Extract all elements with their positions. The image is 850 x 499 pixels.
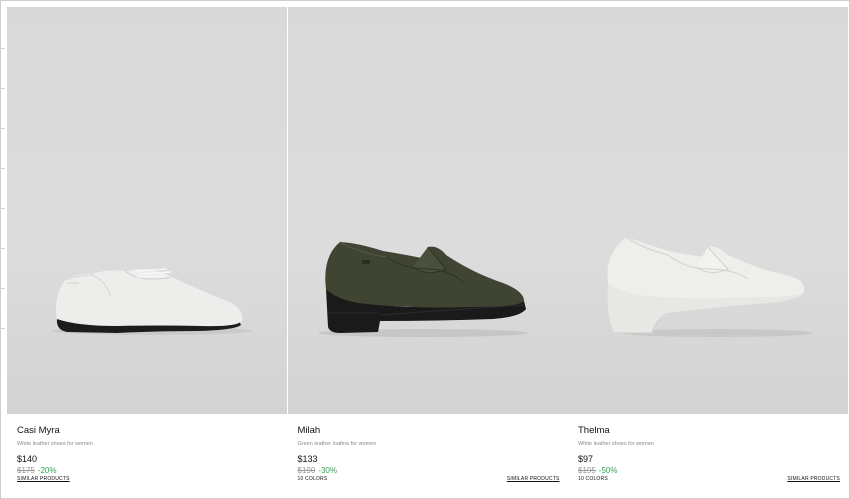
product-card[interactable]: Casi Myra White leather shoes for women … [7,7,287,497]
product-name[interactable]: Milah [298,425,560,437]
card-footer: 10 COLORS SIMILAR PRODUCTS [578,476,840,483]
price-row: $175 -20% [17,466,279,476]
product-grid: Casi Myra White leather shoes for women … [7,7,848,497]
color-count: 10 COLORS [578,476,608,482]
similar-products-link[interactable]: SIMILAR PRODUCTS [787,476,840,483]
similar-products-link[interactable]: SIMILAR PRODUCTS [17,476,70,483]
similar-products-link[interactable]: SIMILAR PRODUCTS [507,476,560,483]
product-image[interactable] [568,7,848,414]
product-card[interactable]: Milah Green leather loafers for women $1… [287,7,568,497]
product-description: White leather shoes for women [17,441,93,447]
product-image[interactable] [7,7,287,414]
card-footer: SIMILAR PRODUCTS [17,476,279,483]
product-name[interactable]: Casi Myra [17,425,279,437]
scroll-marks [0,0,7,499]
price-row: $190 -30% [298,466,560,476]
green-platform-loafer-icon [317,241,528,337]
product-info: Milah Green leather loafers for women $1… [298,425,560,483]
original-price: $195 [578,466,596,475]
product-card[interactable]: Thelma White leather shoes for women $97… [568,7,848,497]
product-info: Thelma White leather shoes for women $97… [578,425,840,483]
product-price: $133 [297,454,318,464]
white-oxford-shoe-icon [52,268,252,335]
product-description: White leather shoes for women [578,441,654,447]
product-price: $97 [578,454,594,464]
product-info: Casi Myra White leather shoes for women … [17,425,279,483]
product-name[interactable]: Thelma [578,425,840,437]
price-row: $195 -50% [578,466,840,476]
color-count: 10 COLORS [297,476,328,482]
discount-badge: -20% [37,466,57,475]
discount-badge: -30% [318,466,337,475]
product-description: Green leather loafers for women [297,441,377,447]
card-footer: 10 COLORS SIMILAR PRODUCTS [298,476,560,483]
original-price: $175 [17,466,35,475]
discount-badge: -50% [598,466,618,475]
original-price: $190 [297,466,316,475]
product-price: $140 [17,454,38,464]
white-heeled-loafer-icon [607,236,813,337]
product-image[interactable] [287,7,568,414]
